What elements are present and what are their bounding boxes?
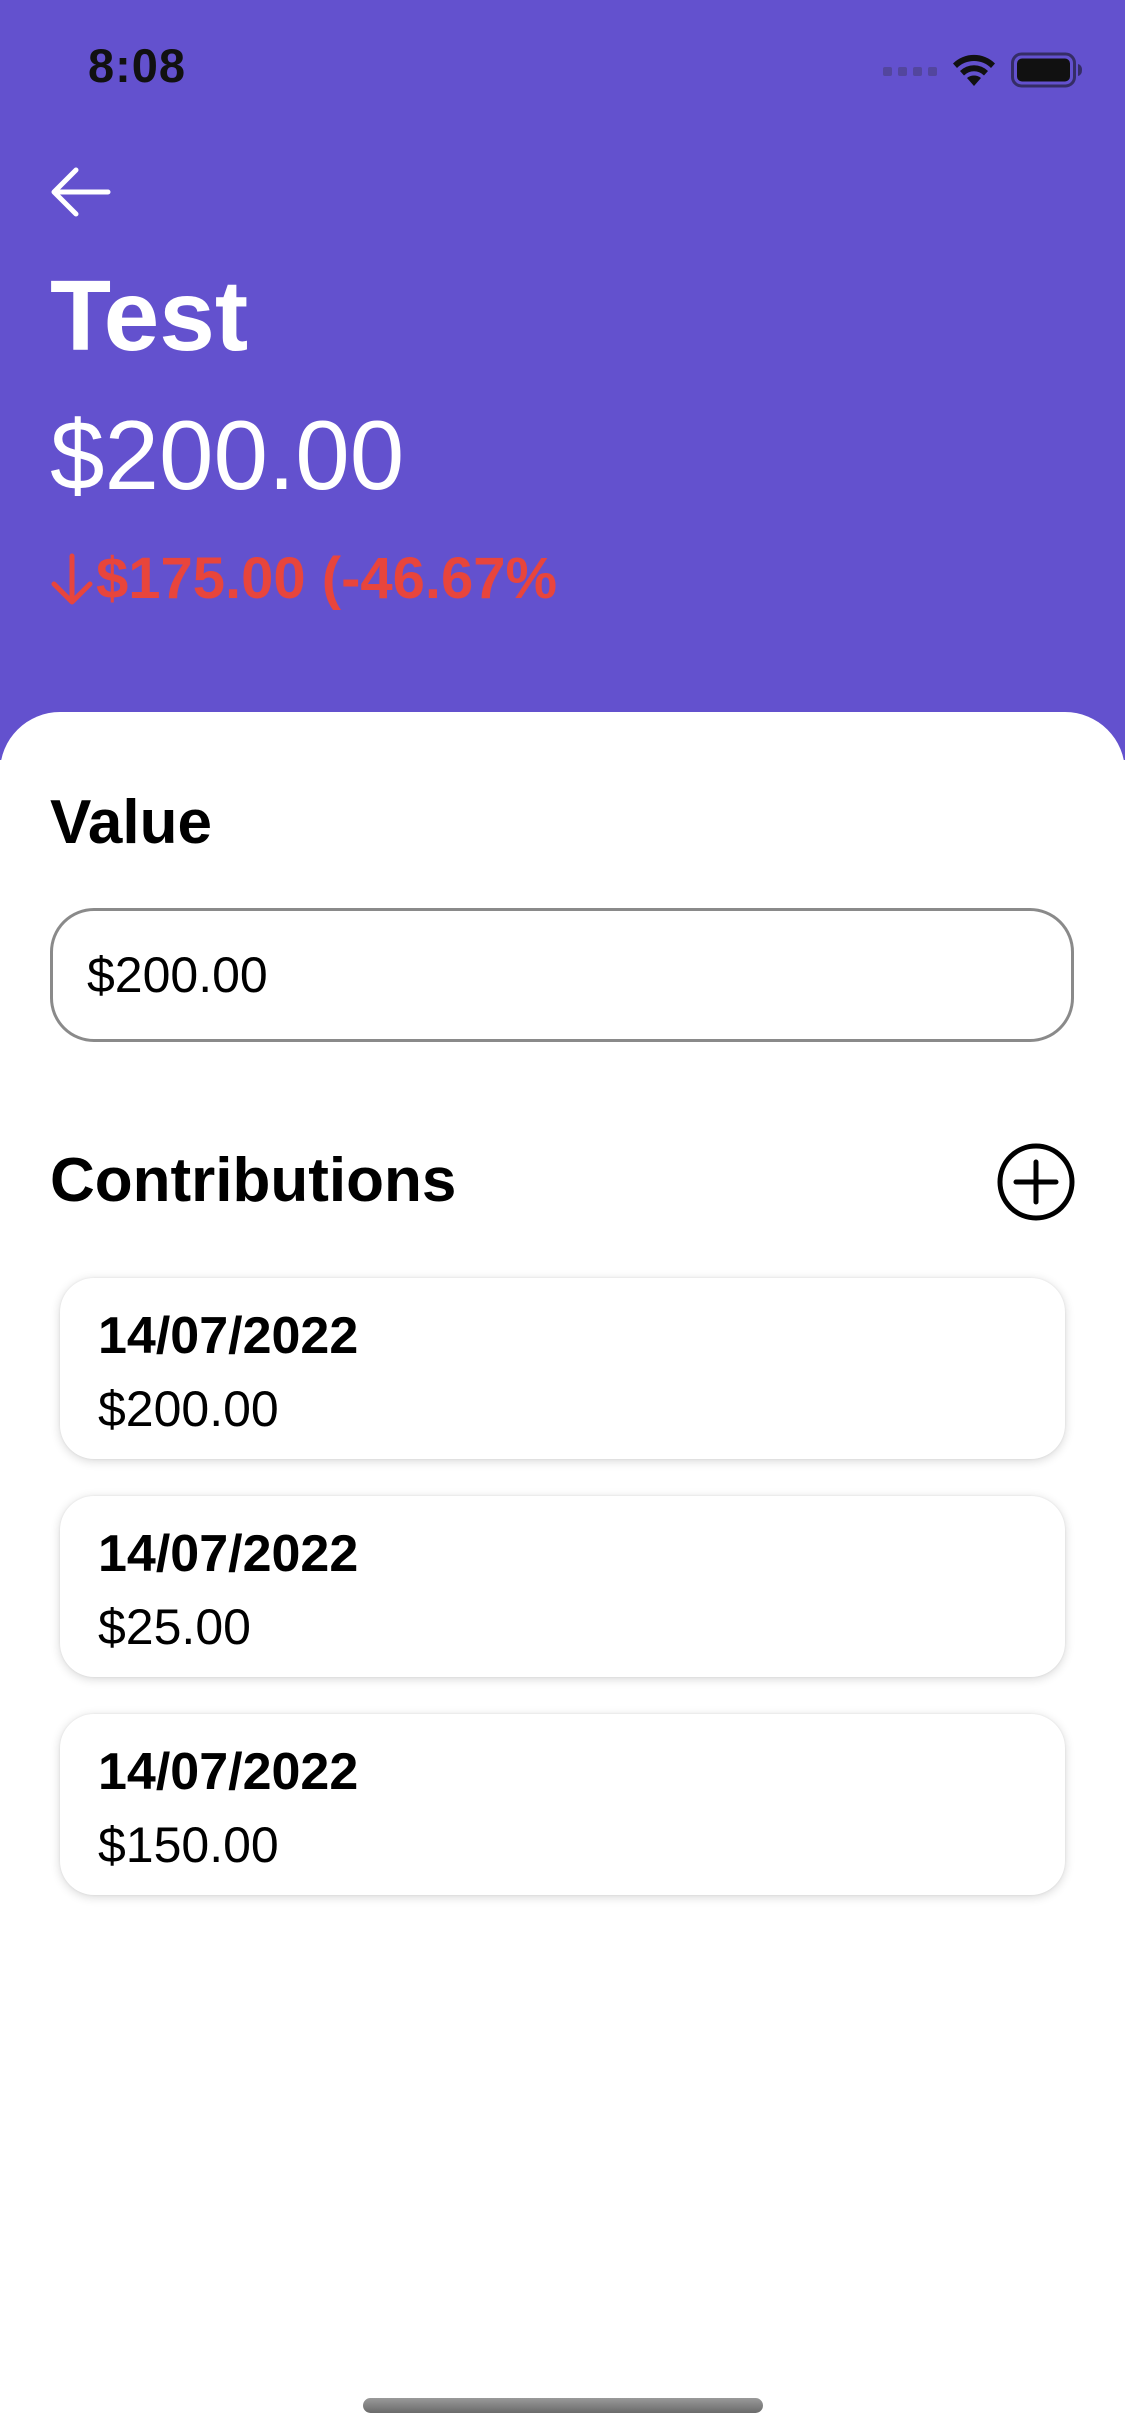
status-bar: 8:08: [0, 0, 1125, 132]
arrow-left-icon: [51, 167, 111, 217]
arrow-down-icon: [51, 553, 93, 605]
contributions-list: 14/07/2022 $200.00 14/07/2022 $25.00 14/…: [60, 1278, 1065, 1932]
cellular-signal-icon: [883, 67, 937, 76]
contribution-card[interactable]: 14/07/2022 $25.00: [60, 1496, 1065, 1677]
contribution-date: 14/07/2022: [98, 1307, 359, 1365]
contribution-date: 14/07/2022: [98, 1525, 359, 1583]
back-button[interactable]: [46, 164, 126, 232]
change-indicator: $175.00 (-46.67%: [50, 550, 557, 608]
change-text: $175.00 (-46.67%: [96, 546, 558, 611]
status-icons: [883, 48, 1083, 92]
home-indicator[interactable]: [363, 2398, 763, 2413]
value-input[interactable]: [50, 908, 1074, 1042]
contribution-card[interactable]: 14/07/2022 $150.00: [60, 1714, 1065, 1895]
header: 8:08 Test $200.00 $175.00 (-46.67%: [0, 0, 1125, 760]
value-section-title: Value: [50, 788, 212, 857]
battery-icon: [1011, 52, 1082, 88]
current-amount: $200.00: [50, 400, 405, 510]
page-title: Test: [50, 260, 249, 372]
contribution-amount: $200.00: [98, 1381, 279, 1437]
contribution-amount: $25.00: [98, 1599, 251, 1655]
contribution-amount: $150.00: [98, 1817, 279, 1873]
contribution-date: 14/07/2022: [98, 1743, 359, 1801]
wifi-icon: [953, 54, 995, 86]
status-time: 8:08: [88, 39, 187, 92]
add-contribution-button[interactable]: [996, 1142, 1076, 1222]
plus-circle-icon: [997, 1143, 1075, 1221]
contributions-section-title: Contributions: [50, 1146, 457, 1215]
contribution-card[interactable]: 14/07/2022 $200.00: [60, 1278, 1065, 1459]
